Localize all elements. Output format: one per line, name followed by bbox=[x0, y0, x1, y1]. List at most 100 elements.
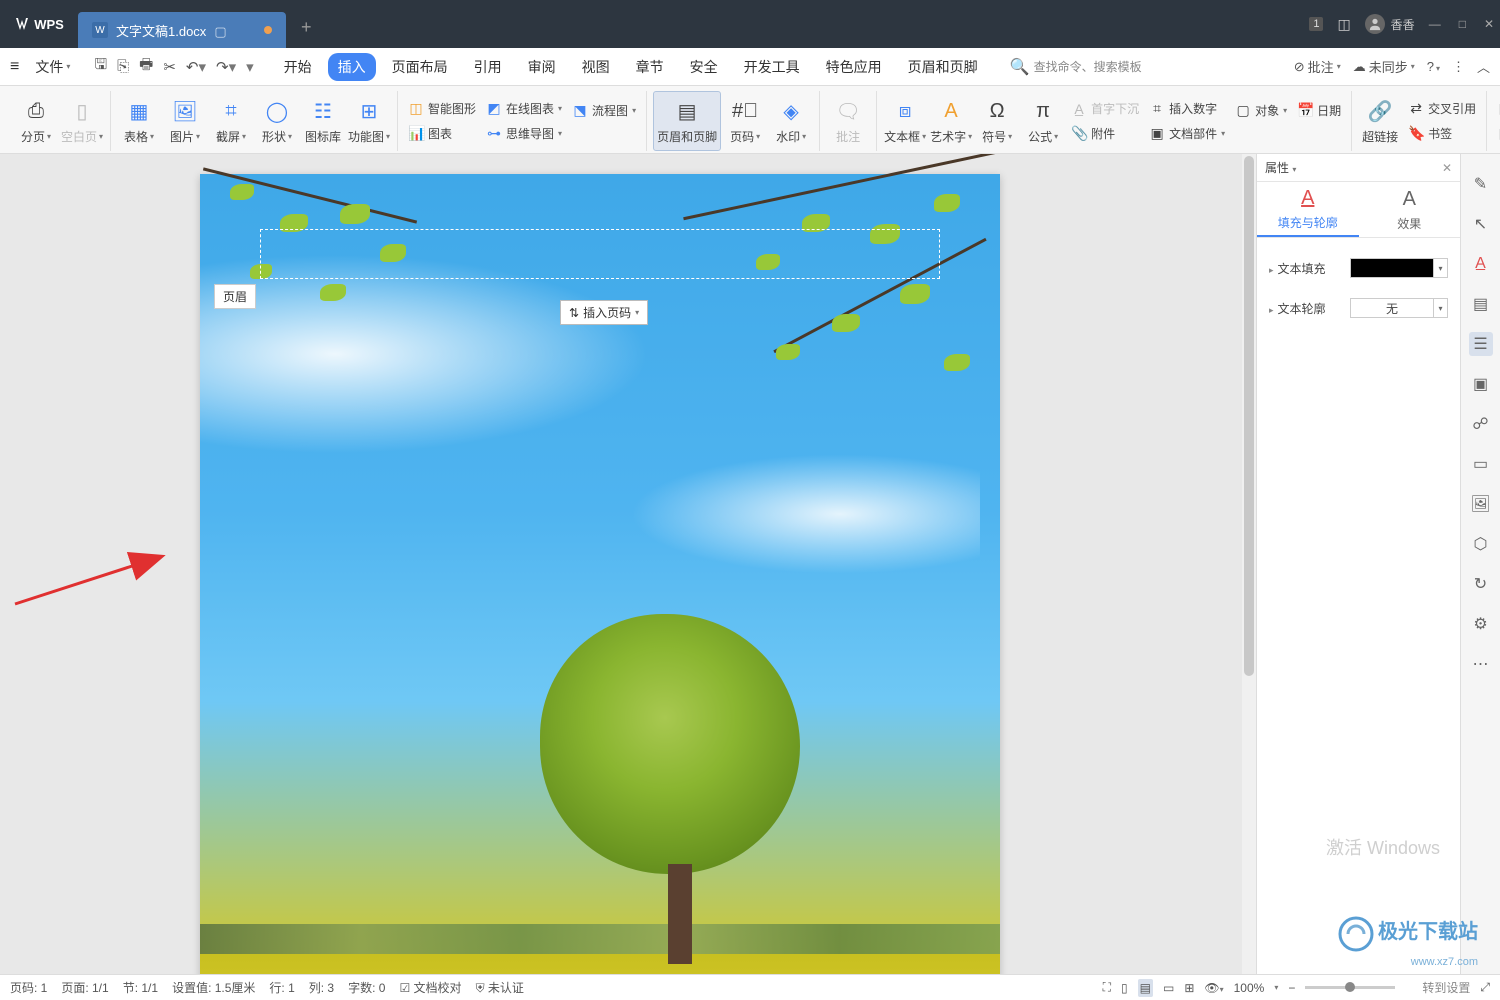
view-mode-1-icon[interactable]: ▯ bbox=[1121, 981, 1128, 995]
tab-developer[interactable]: 开发工具 bbox=[734, 53, 810, 81]
save-icon[interactable]: 🖫 bbox=[94, 54, 107, 79]
grid-icon-2[interactable]: ▥ bbox=[1493, 123, 1500, 144]
panel-tab-fill-outline[interactable]: A 填充与轮廓 bbox=[1257, 182, 1359, 237]
more-icon[interactable]: ⋮ bbox=[1452, 59, 1465, 75]
close-button[interactable]: ✕ bbox=[1484, 17, 1494, 31]
attachment-button[interactable]: 📎附件 bbox=[1067, 123, 1143, 144]
comment-toggle[interactable]: ⊘批注▾ bbox=[1294, 57, 1341, 76]
panel-close-icon[interactable]: ✕ bbox=[1442, 161, 1452, 175]
status-page-no[interactable]: 页码: 1 bbox=[10, 979, 47, 996]
formula-button[interactable]: π公式▾ bbox=[1021, 91, 1065, 151]
tab-featured[interactable]: 特色应用 bbox=[816, 53, 892, 81]
shield-tool-icon[interactable]: ⬡ bbox=[1469, 532, 1493, 556]
redo-icon[interactable]: ↷▾ bbox=[216, 58, 236, 76]
layout-tool-icon[interactable]: ▣ bbox=[1469, 372, 1493, 396]
paragraph-tool-icon[interactable]: ▤ bbox=[1469, 292, 1493, 316]
flowchart-button[interactable]: ⬔流程图▾ bbox=[568, 100, 640, 121]
add-tab-button[interactable]: + bbox=[286, 17, 326, 38]
status-line[interactable]: 行: 1 bbox=[269, 979, 294, 996]
text-fill-color-swatch[interactable] bbox=[1350, 258, 1434, 278]
zoom-value[interactable]: 100% bbox=[1234, 981, 1265, 995]
tab-start[interactable]: 开始 bbox=[274, 53, 322, 81]
zoom-slider[interactable] bbox=[1305, 986, 1395, 989]
tab-view[interactable]: 视图 bbox=[572, 53, 620, 81]
link-tool-icon[interactable]: ☍ bbox=[1469, 412, 1493, 436]
document-page[interactable]: 页眉 ⇅ 插入页码 ▾ bbox=[200, 174, 1000, 974]
hamburger-icon[interactable]: ≡ bbox=[10, 58, 19, 76]
convert-settings[interactable]: 转到设置 bbox=[1422, 979, 1470, 996]
user-account[interactable]: 香香 bbox=[1365, 14, 1415, 34]
blank-page-button[interactable]: ▯空白页▾ bbox=[60, 91, 104, 151]
tab-references[interactable]: 引用 bbox=[464, 53, 512, 81]
status-cert[interactable]: ⛨ 未认证 bbox=[476, 979, 524, 996]
minimize-button[interactable]: — bbox=[1429, 17, 1441, 31]
eye-icon[interactable]: 👁▾ bbox=[1204, 981, 1223, 995]
zoom-out-icon[interactable]: − bbox=[1288, 981, 1295, 995]
object-button[interactable]: ▢对象▾ bbox=[1231, 100, 1291, 121]
fullscreen-icon[interactable]: ⛶ bbox=[1103, 980, 1111, 995]
view-mode-3-icon[interactable]: ▭ bbox=[1163, 981, 1174, 995]
page-break-button[interactable]: ⎙分页▾ bbox=[14, 91, 58, 151]
tab-insert[interactable]: 插入 bbox=[328, 53, 376, 81]
document-canvas[interactable]: 页眉 ⇅ 插入页码 ▾ bbox=[0, 154, 1256, 974]
status-spellcheck[interactable]: ☑ 文档校对 bbox=[399, 979, 461, 996]
text-fill-row[interactable]: ▸文本填充 ▾ bbox=[1265, 248, 1452, 288]
panel-tab-effects[interactable]: A 效果 bbox=[1359, 182, 1461, 237]
hyperlink-button[interactable]: 🔗超链接 bbox=[1358, 91, 1402, 151]
insert-number-button[interactable]: ⌗插入数字 bbox=[1145, 98, 1229, 119]
notification-badge[interactable]: 1 bbox=[1309, 17, 1323, 31]
dropcap-button[interactable]: A̲首字下沉 bbox=[1067, 98, 1143, 119]
collapse-ribbon-icon[interactable]: ︿ bbox=[1477, 57, 1490, 76]
doc-parts-button[interactable]: ▣文档部件▾ bbox=[1145, 123, 1229, 144]
status-section[interactable]: 节: 1/1 bbox=[123, 979, 158, 996]
maximize-button[interactable]: □ bbox=[1459, 17, 1466, 31]
command-search[interactable]: 🔍 查找命令、搜索模板 bbox=[1010, 57, 1142, 77]
page-tool-icon[interactable]: ▭ bbox=[1469, 452, 1493, 476]
table-button[interactable]: ▦表格▾ bbox=[117, 91, 161, 151]
sync-status[interactable]: ☁未同步▾ bbox=[1353, 57, 1415, 76]
settings-tool-icon[interactable]: ⚙ bbox=[1469, 612, 1493, 636]
smartart-button[interactable]: ◫智能图形 bbox=[404, 98, 480, 119]
select-tool-icon[interactable]: ↖ bbox=[1469, 212, 1493, 236]
fill-dropdown-icon[interactable]: ▾ bbox=[1434, 258, 1448, 278]
undo-icon[interactable]: ↶▾ bbox=[186, 58, 206, 76]
date-button[interactable]: 📅日期 bbox=[1293, 100, 1345, 121]
status-col[interactable]: 列: 3 bbox=[309, 979, 334, 996]
expand-icon[interactable]: ⤢ bbox=[1480, 980, 1490, 995]
header-footer-button[interactable]: ▤页眉和页脚 bbox=[653, 91, 721, 151]
comment-button[interactable]: 🗨批注 bbox=[826, 91, 870, 151]
style-tool-icon[interactable]: A̲ bbox=[1469, 252, 1493, 276]
tab-sections[interactable]: 章节 bbox=[626, 53, 674, 81]
tab-review[interactable]: 审阅 bbox=[518, 53, 566, 81]
textbox-button[interactable]: ⧈文本框▾ bbox=[883, 91, 927, 151]
print-icon[interactable]: 🖶 bbox=[139, 54, 153, 79]
status-page[interactable]: 页面: 1/1 bbox=[61, 979, 108, 996]
tab-page-layout[interactable]: 页面布局 bbox=[382, 53, 458, 81]
wordart-button[interactable]: A艺术字▾ bbox=[929, 91, 973, 151]
screenshot-button[interactable]: ⌗截屏▾ bbox=[209, 91, 253, 151]
document-tab[interactable]: W 文字文稿1.docx ▢ bbox=[78, 12, 286, 48]
page-header-area[interactable] bbox=[260, 229, 940, 279]
insert-page-number-popup[interactable]: ⇅ 插入页码 ▾ bbox=[560, 300, 648, 325]
icon-library-button[interactable]: ☷图标库 bbox=[301, 91, 345, 151]
page-number-button[interactable]: #⃣页码▾ bbox=[723, 91, 767, 151]
cross-reference-button[interactable]: ⇄交叉引用 bbox=[1404, 98, 1480, 119]
outline-dropdown-icon[interactable]: ▾ bbox=[1434, 298, 1448, 318]
qat-dropdown-icon[interactable]: ▾ bbox=[246, 58, 254, 76]
grid-icon-1[interactable]: ▦ bbox=[1493, 98, 1500, 119]
function-chart-button[interactable]: ⊞功能图▾ bbox=[347, 91, 391, 151]
tab-header-footer-context[interactable]: 页眉和页脚 bbox=[898, 53, 988, 81]
help-icon[interactable]: ?▾ bbox=[1427, 59, 1440, 74]
history-tool-icon[interactable]: ↻ bbox=[1469, 572, 1493, 596]
view-mode-2-icon[interactable]: ▤ bbox=[1138, 979, 1153, 997]
chart-button[interactable]: 📊图表 bbox=[404, 123, 480, 144]
text-outline-row[interactable]: ▸文本轮廓 无▾ bbox=[1265, 288, 1452, 328]
status-words[interactable]: 字数: 0 bbox=[348, 979, 385, 996]
bookmark-button[interactable]: 🔖书签 bbox=[1404, 123, 1480, 144]
online-chart-button[interactable]: ◩在线图表▾ bbox=[482, 98, 566, 119]
print-preview-icon[interactable]: ⎘ bbox=[117, 58, 129, 75]
watermark-button[interactable]: ◈水印▾ bbox=[769, 91, 813, 151]
image-button[interactable]: 🖼图片▾ bbox=[163, 91, 207, 151]
view-mode-4-icon[interactable]: ⊞ bbox=[1184, 981, 1194, 995]
mindmap-button[interactable]: ⊶思维导图▾ bbox=[482, 123, 566, 144]
